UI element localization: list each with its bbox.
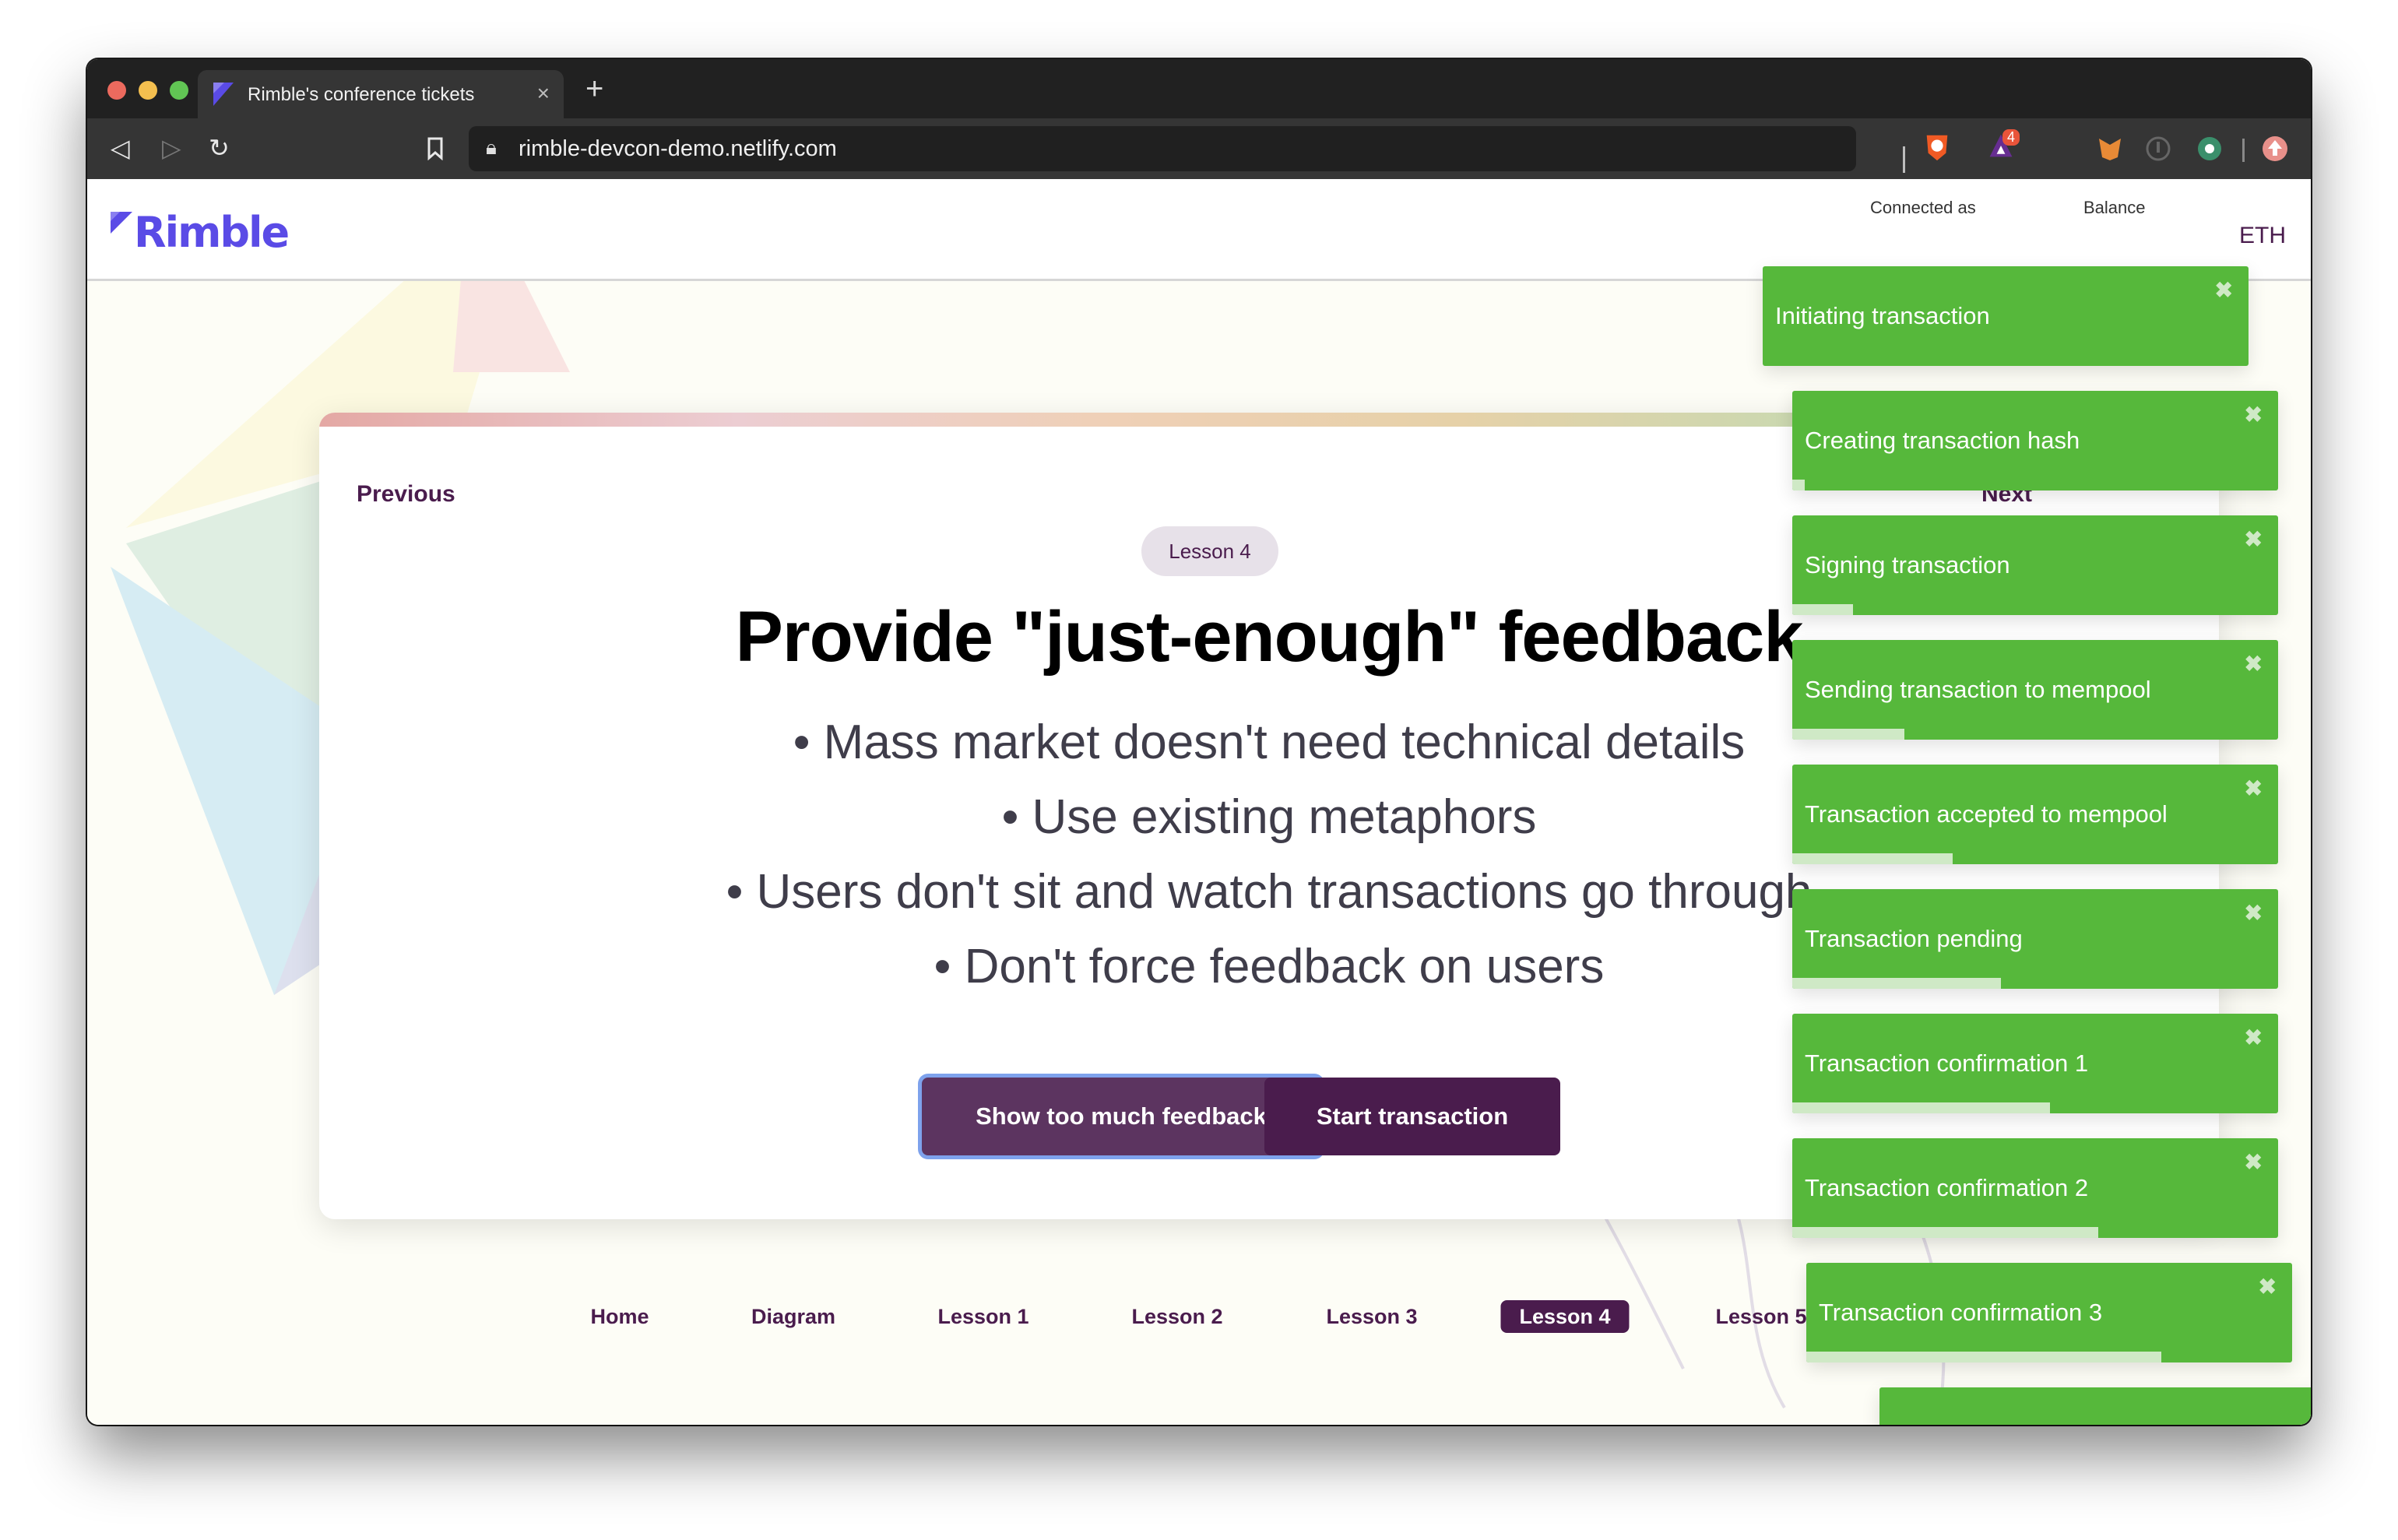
toast-message: Transaction confirmation 4: [1892, 1423, 2175, 1425]
toast-notification: Transaction confirmation 2 ✖: [1792, 1138, 2278, 1238]
address-bar[interactable]: 🔒︎ rimble-devcon-demo.netlify.com 4: [469, 126, 2020, 173]
previous-link[interactable]: Previous: [357, 481, 455, 508]
close-icon[interactable]: ✖: [2215, 277, 2233, 303]
close-icon[interactable]: ✖: [2245, 775, 2263, 801]
minimize-window-button[interactable]: [139, 81, 157, 100]
toast-notification: Signing transaction ✖: [1792, 515, 2278, 615]
reload-icon[interactable]: ↻: [209, 132, 230, 163]
close-icon[interactable]: ✖: [2259, 1274, 2277, 1299]
info-extension-icon[interactable]: [2144, 134, 2172, 163]
divider: [2242, 139, 2245, 162]
url-text: rimble-devcon-demo.netlify.com: [519, 136, 837, 161]
toast-message: Transaction confirmation 2: [1805, 1174, 2089, 1201]
toast-notification: Transaction accepted to mempool ✖: [1792, 765, 2278, 864]
nav-item-lesson-2[interactable]: Lesson 2: [1113, 1300, 1241, 1333]
toast-progress-bar: [1792, 1102, 2050, 1113]
toast-progress-bar: [1792, 978, 2002, 989]
nav-item-lesson-1[interactable]: Lesson 1: [919, 1300, 1047, 1333]
toast-progress-bar: [1792, 604, 1853, 615]
forward-icon[interactable]: ▷: [162, 132, 181, 163]
nav-item-diagram[interactable]: Diagram: [733, 1300, 854, 1333]
toast-progress-bar: [1792, 1227, 2099, 1238]
balance-label: Balance: [2083, 198, 2146, 217]
window-controls: [107, 81, 188, 100]
rimble-favicon-icon: [213, 83, 234, 106]
browser-tab[interactable]: Rimble's conference tickets ×: [198, 70, 564, 118]
toast-message: Transaction pending: [1805, 925, 2023, 952]
close-icon[interactable]: ✖: [2245, 1025, 2263, 1050]
toast-progress-bar: [1806, 1352, 2161, 1362]
rimble-logo[interactable]: Rimble: [111, 207, 290, 257]
toast-message: Transaction confirmation 3: [1819, 1299, 2103, 1326]
close-icon[interactable]: ✖: [2245, 402, 2263, 427]
browser-toolbar: ◁ ▷ ↻ 🔒︎ rimble-devcon-demo.netlify.com …: [87, 118, 2311, 179]
toast-progress-bar: [1792, 729, 1904, 740]
brave-shield-icon[interactable]: [1923, 132, 1951, 162]
lock-icon: 🔒︎: [486, 135, 497, 159]
toast-message: Initiating transaction: [1775, 302, 1990, 329]
bookmark-icon[interactable]: [427, 137, 444, 160]
toast-notification: Transaction pending ✖: [1792, 889, 2278, 989]
toast-message: Sending transaction to mempool: [1805, 676, 2151, 703]
toast-progress-bar: [1792, 480, 1805, 490]
rimble-logo-icon: [111, 212, 132, 234]
nav-item-lesson-4[interactable]: Lesson 4: [1500, 1300, 1630, 1333]
page-content: Rimble Connected as Balance ETH Previous…: [87, 179, 2311, 1425]
toast-message: Creating transaction hash: [1805, 427, 2080, 454]
new-tab-button[interactable]: +: [585, 73, 603, 104]
connected-label: Connected as: [1870, 198, 1976, 217]
green-extension-icon[interactable]: [2196, 134, 2224, 163]
logo-text: Rimble: [134, 207, 290, 257]
nav-item-home[interactable]: Home: [571, 1300, 667, 1333]
show-too-much-feedback-button[interactable]: Show too much feedback: [922, 1078, 1320, 1155]
toast-notification: Transaction confirmation 1 ✖: [1792, 1014, 2278, 1113]
start-transaction-button[interactable]: Start transaction: [1264, 1078, 1560, 1155]
toast-notification: Transaction confirmation 4: [1879, 1387, 2311, 1425]
close-icon[interactable]: ✖: [2245, 526, 2263, 552]
close-icon[interactable]: ✖: [2245, 900, 2263, 926]
close-icon[interactable]: ✖: [2245, 651, 2263, 677]
back-icon[interactable]: ◁: [111, 132, 130, 163]
divider: [1903, 146, 1905, 173]
toast-message: Signing transaction: [1805, 551, 2010, 578]
close-window-button[interactable]: [107, 81, 126, 100]
toast-notification: Sending transaction to mempool ✖: [1792, 640, 2278, 740]
tab-bar: Rimble's conference tickets × +: [87, 59, 2311, 118]
metamask-fox-icon[interactable]: [2096, 134, 2124, 163]
browser-window: Rimble's conference tickets × + ◁ ▷ ↻ 🔒︎…: [87, 59, 2311, 1425]
rewards-badge: 4: [2002, 129, 2020, 146]
toast-message: Transaction confirmation 1: [1805, 1050, 2089, 1077]
tab-title: Rimble's conference tickets: [248, 84, 475, 105]
balance-unit: ETH: [2239, 223, 2286, 248]
toast-notification: Transaction confirmation 3 ✖: [1806, 1263, 2292, 1362]
toast-progress-bar: [1792, 853, 1953, 864]
nav-item-lesson-3[interactable]: Lesson 3: [1307, 1300, 1436, 1333]
close-icon[interactable]: ✖: [2245, 1149, 2263, 1175]
toast-notification: Creating transaction hash ✖: [1792, 391, 2278, 490]
toast-notification: Initiating transaction ✖: [1763, 266, 2249, 366]
tab-close-icon[interactable]: ×: [537, 81, 550, 106]
toast-message: Transaction accepted to mempool: [1805, 800, 2168, 828]
update-icon[interactable]: [2261, 134, 2289, 163]
lesson-pill: Lesson 4: [1141, 526, 1278, 576]
maximize-window-button[interactable]: [170, 81, 188, 100]
